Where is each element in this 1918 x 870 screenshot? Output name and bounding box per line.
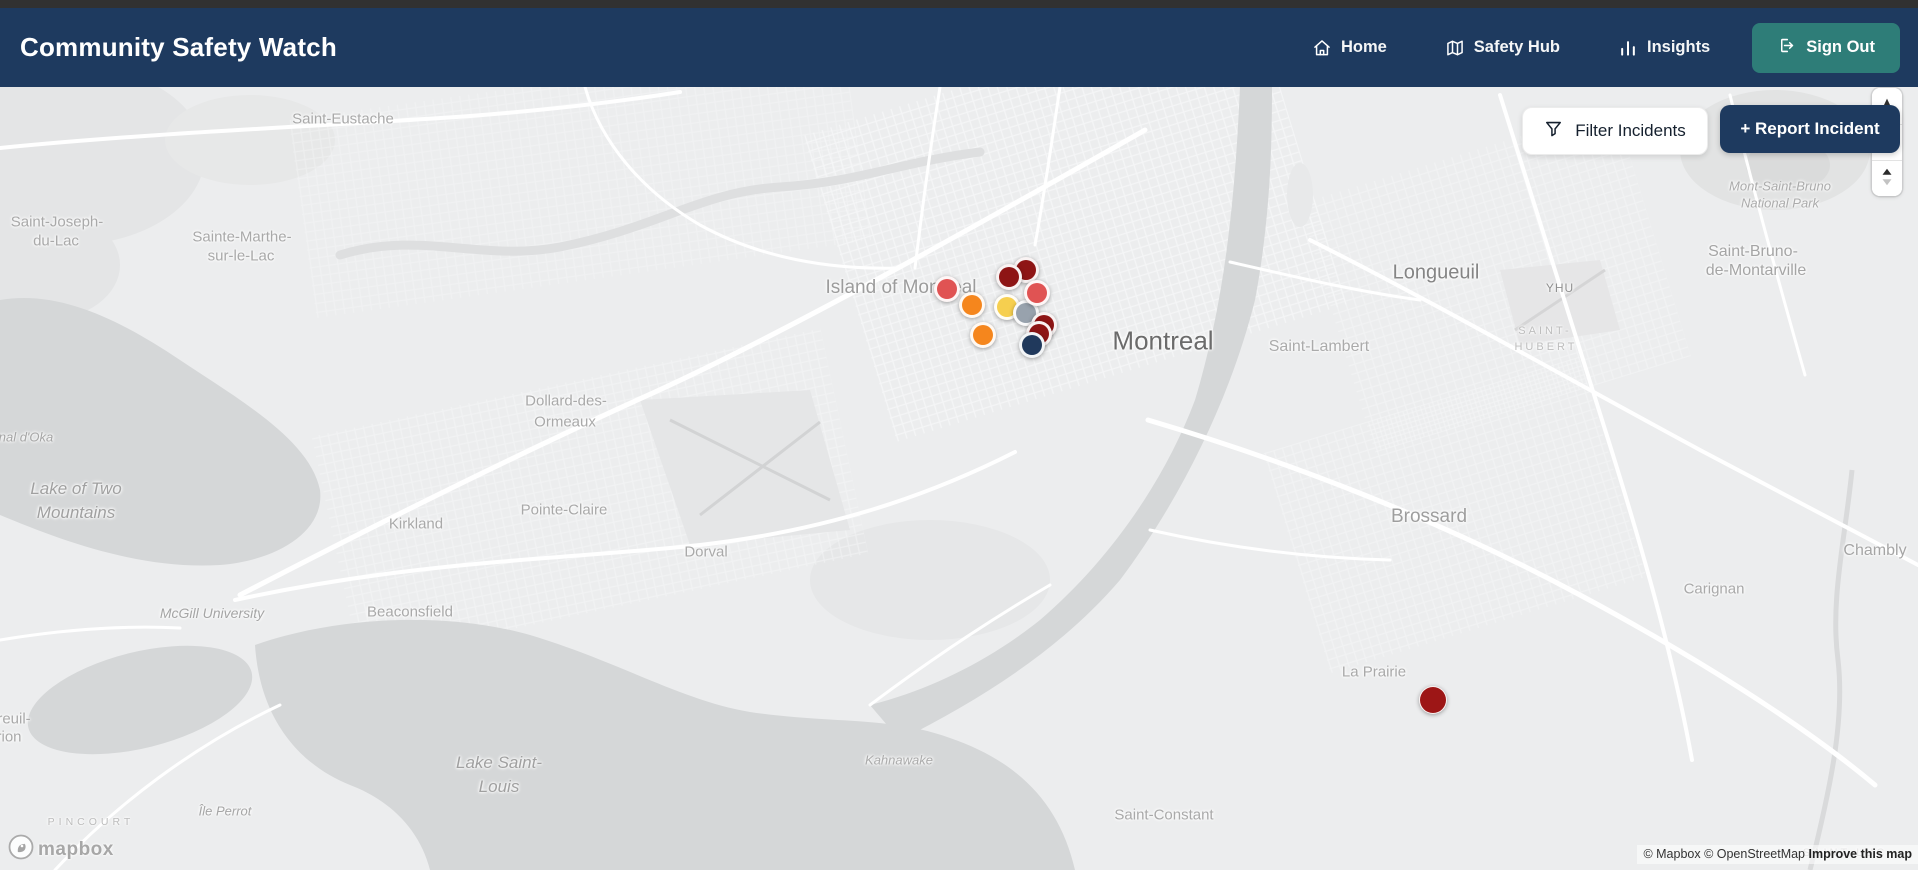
top-strip [0, 0, 1918, 8]
pitch-arrows-icon [1878, 166, 1896, 191]
app-header: Community Safety Watch Home Safety Hub I… [0, 8, 1918, 87]
funnel-icon [1544, 119, 1563, 143]
main-nav: Home Safety Hub Insights Sign Out [1312, 8, 1900, 87]
incident-marker[interactable] [1019, 332, 1045, 358]
sign-out-button[interactable]: Sign Out [1752, 22, 1900, 73]
nav-item-safety-hub[interactable]: Safety Hub [1445, 38, 1560, 58]
filter-incidents-button[interactable]: Filter Incidents [1522, 107, 1708, 155]
improve-this-map-link[interactable]: Improve this map [1809, 847, 1913, 861]
sign-out-icon [1777, 36, 1796, 60]
report-incident-label: + Report Incident [1740, 119, 1880, 138]
incident-marker[interactable] [959, 292, 985, 318]
bar-chart-icon [1618, 38, 1638, 58]
map-canvas[interactable]: Saint-Eustache Saint-Joseph-du-Lac Sainte-… [0, 87, 1918, 870]
map-base-layer [0, 87, 1918, 870]
nav-item-insights[interactable]: Insights [1618, 38, 1710, 58]
sign-out-label: Sign Out [1806, 38, 1875, 56]
report-incident-button[interactable]: + Report Incident [1720, 105, 1900, 153]
pitch-toggle-button[interactable] [1872, 160, 1902, 196]
mapbox-wordmark: mapbox [38, 838, 114, 860]
attribution-text: © Mapbox © OpenStreetMap [1643, 847, 1806, 861]
home-icon [1312, 38, 1332, 58]
incident-marker[interactable] [996, 264, 1022, 290]
nav-label: Insights [1646, 38, 1711, 56]
nav-item-home[interactable]: Home [1312, 38, 1387, 58]
incident-marker[interactable] [970, 322, 996, 348]
map-attribution: © Mapbox © OpenStreetMap Improve this ma… [1637, 845, 1918, 864]
mapbox-logo[interactable]: mapbox [8, 834, 114, 865]
app-root: Community Safety Watch Home Safety Hub I… [0, 0, 1918, 870]
app-title: Community Safety Watch [20, 32, 337, 62]
incident-marker[interactable] [1024, 280, 1050, 306]
incident-marker[interactable] [934, 276, 960, 302]
nav-label: Home [1340, 38, 1387, 56]
filter-incidents-label: Filter Incidents [1575, 121, 1686, 140]
incident-marker[interactable] [1419, 686, 1447, 714]
nav-label: Safety Hub [1473, 38, 1560, 56]
map-icon [1445, 38, 1465, 58]
mapbox-pin-icon [8, 834, 34, 865]
